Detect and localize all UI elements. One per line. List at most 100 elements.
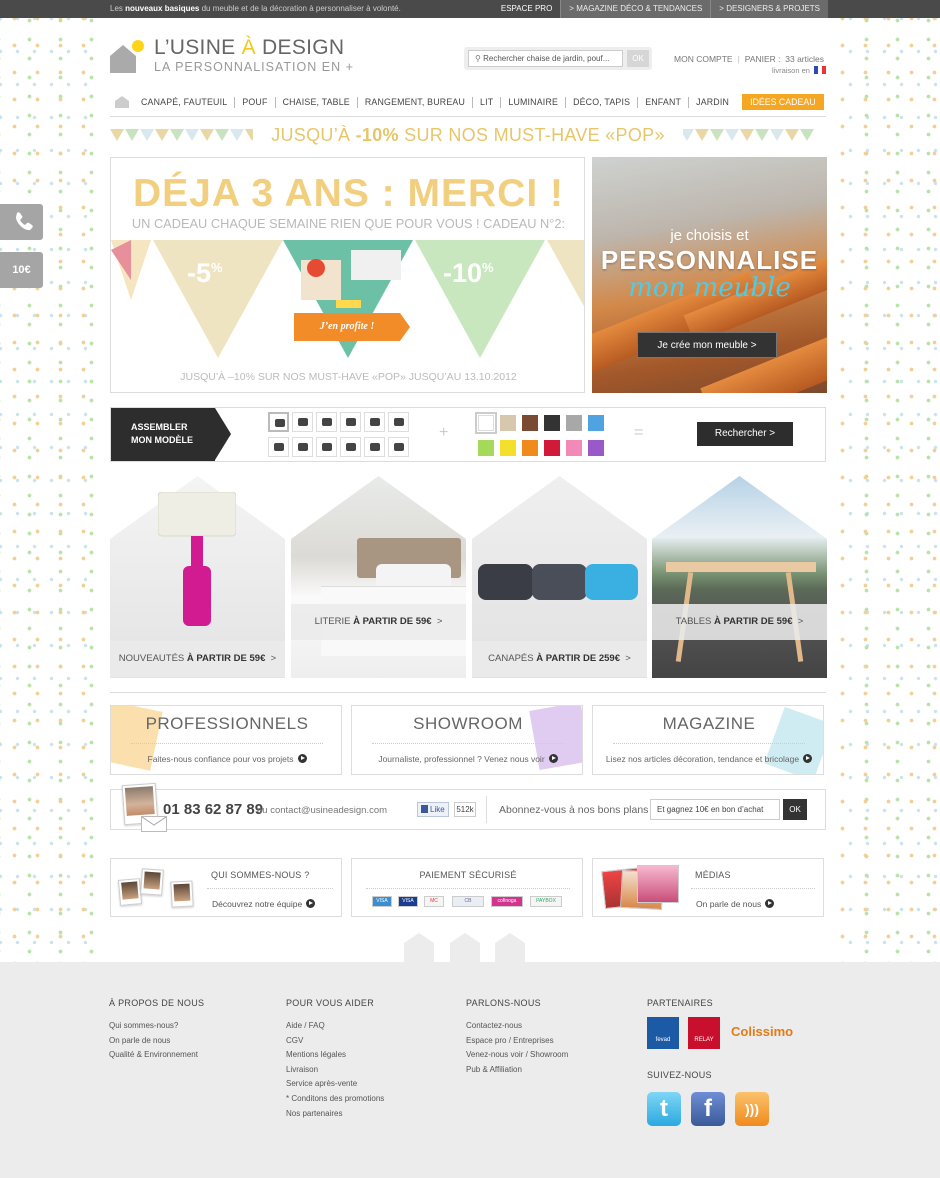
color-swatch[interactable] bbox=[566, 439, 582, 456]
footer-link[interactable]: On parle de nous bbox=[109, 1034, 204, 1049]
footer-link[interactable]: Service après-vente bbox=[286, 1077, 384, 1092]
nav-item-deco[interactable]: DÉCO, TAPIS bbox=[565, 96, 637, 108]
nav-item-jardin[interactable]: JARDIN bbox=[688, 96, 736, 108]
category-price: À PARTIR DE 259€ bbox=[536, 653, 620, 664]
delivery-country[interactable]: livraison en bbox=[772, 66, 826, 75]
chair-icon[interactable] bbox=[388, 412, 409, 432]
contact-email[interactable]: ou contact@usineadesign.com bbox=[257, 805, 387, 816]
promo-banner[interactable]: JUSQU’À -10% SUR NOS MUST-HAVE «POP» bbox=[110, 123, 826, 148]
category-sofas[interactable]: CANAPÉS À PARTIR DE 259€ > bbox=[472, 476, 647, 678]
home-link[interactable] bbox=[110, 92, 134, 112]
footer-link[interactable]: Aide / FAQ bbox=[286, 1019, 384, 1034]
box-title: QUI SOMMES-NOUS ? bbox=[211, 870, 310, 880]
color-swatch[interactable] bbox=[475, 412, 497, 434]
color-swatch[interactable] bbox=[522, 415, 538, 431]
category-bedding[interactable]: LITERIE À PARTIR DE 59€ > bbox=[291, 476, 466, 678]
color-swatch[interactable] bbox=[588, 415, 604, 431]
color-swatch[interactable] bbox=[522, 439, 538, 456]
phone-tab[interactable] bbox=[0, 204, 43, 240]
footer-link[interactable]: Qui sommes-nous? bbox=[109, 1019, 204, 1034]
builder-label: ASSEMBLER MON MODÈLE bbox=[111, 408, 231, 461]
footer-link[interactable]: Qualité & Environnement bbox=[109, 1048, 204, 1063]
color-swatch[interactable] bbox=[544, 439, 560, 456]
color-swatch[interactable] bbox=[588, 439, 604, 456]
floor-lamp-icon[interactable] bbox=[340, 412, 361, 432]
nav-item-gift-ideas[interactable]: IDÉES CADEAU bbox=[742, 94, 824, 110]
fevad-logo[interactable]: fevad bbox=[647, 1017, 679, 1049]
box-desc-text: On parle de nous bbox=[696, 899, 762, 909]
footer-link[interactable]: * Conditons des promotions bbox=[286, 1092, 384, 1107]
search-placeholder: Rechercher chaise de jardin, pouf... bbox=[483, 54, 610, 63]
category-tables[interactable]: TABLES À PARTIR DE 59€ > bbox=[652, 476, 827, 678]
box-title: MÉDIAS bbox=[695, 870, 731, 880]
nav-item-enfant[interactable]: ENFANT bbox=[637, 96, 688, 108]
price-tab[interactable]: 10€ bbox=[0, 252, 43, 288]
card-visa-icon: VISA bbox=[372, 896, 392, 907]
nav-item-lit[interactable]: LIT bbox=[472, 96, 500, 108]
color-swatch[interactable] bbox=[566, 415, 582, 431]
color-swatch[interactable] bbox=[500, 439, 516, 456]
bed-icon[interactable] bbox=[340, 436, 361, 457]
category-new[interactable]: NOUVEAUTÉS À PARTIR DE 59€ > bbox=[110, 476, 285, 678]
basket-icon[interactable] bbox=[388, 436, 409, 457]
logo-dot bbox=[132, 40, 144, 52]
sofa-icon[interactable] bbox=[292, 436, 313, 457]
builder-label-line1: ASSEMBLER bbox=[131, 422, 188, 432]
rss-icon[interactable]: ))) bbox=[735, 1092, 769, 1126]
office-chair-icon[interactable] bbox=[364, 436, 385, 457]
color-swatch[interactable] bbox=[500, 415, 516, 431]
relay-logo[interactable]: RELAY bbox=[688, 1017, 720, 1049]
pouf-icon[interactable] bbox=[316, 436, 337, 457]
nav-item-pouf[interactable]: POUF bbox=[234, 96, 274, 108]
footer-link[interactable]: Nos partenaires bbox=[286, 1107, 384, 1122]
footer-link[interactable]: Venez-nous voir / Showroom bbox=[466, 1048, 568, 1063]
search-button[interactable]: OK bbox=[627, 50, 649, 67]
color-swatch[interactable] bbox=[478, 439, 494, 456]
box-professionals[interactable]: PROFESSIONNELS Faites-nous confiance pou… bbox=[110, 705, 342, 775]
colissimo-logo[interactable]: Colissimo bbox=[731, 1024, 793, 1039]
shelf-icon[interactable] bbox=[316, 412, 337, 432]
nav-item-rangement[interactable]: RANGEMENT, BUREAU bbox=[356, 96, 472, 108]
footer-link[interactable]: Pub & Affiliation bbox=[466, 1063, 568, 1078]
facebook-like-button[interactable]: Like bbox=[417, 802, 449, 817]
facebook-icon[interactable]: f bbox=[691, 1092, 725, 1126]
box-secure-payment[interactable]: PAIEMENT SÉCURISÉ VISA VISA MC CB cofino… bbox=[351, 858, 583, 917]
newsletter-email-field[interactable]: Et gagnez 10€ en bon d’achat bbox=[650, 799, 780, 820]
cart-link[interactable]: PANIER : bbox=[745, 54, 781, 64]
nav-item-chaise[interactable]: CHAISE, TABLE bbox=[274, 96, 357, 108]
box-media[interactable]: MÉDIAS On parle de nous bbox=[592, 858, 824, 917]
box-about-us[interactable]: QUI SOMMES-NOUS ? Découvrez notre équipe bbox=[110, 858, 342, 917]
chevron-right-icon: > bbox=[270, 653, 277, 664]
footer-link[interactable]: CGV bbox=[286, 1034, 384, 1049]
armchair-icon[interactable] bbox=[268, 436, 289, 457]
sofa-module bbox=[478, 564, 533, 600]
my-account-link[interactable]: MON COMPTE bbox=[674, 54, 733, 64]
twitter-icon[interactable]: t bbox=[647, 1092, 681, 1126]
separator bbox=[486, 796, 487, 823]
lamp-icon[interactable] bbox=[292, 412, 313, 432]
link-designers[interactable]: > DESIGNERS & PROJETS bbox=[710, 0, 828, 18]
link-magazine[interactable]: > MAGAZINE DÉCO & TENDANCES bbox=[560, 0, 711, 18]
hero-cta-button[interactable]: J’en profite ! bbox=[294, 313, 410, 341]
link-espace-pro[interactable]: ESPACE PRO bbox=[493, 0, 560, 18]
bookcase-icon[interactable] bbox=[364, 412, 385, 432]
box-magazine[interactable]: MAGAZINE Lisez nos articles décoration, … bbox=[592, 705, 824, 775]
search-input[interactable]: ⚲ Rechercher chaise de jardin, pouf... bbox=[468, 50, 623, 67]
footer-link[interactable]: Mentions légales bbox=[286, 1048, 384, 1063]
category-price: À PARTIR DE 59€ bbox=[714, 616, 793, 627]
nav-item-luminaire[interactable]: LUMINAIRE bbox=[500, 96, 565, 108]
color-swatch[interactable] bbox=[544, 415, 560, 431]
newsletter-submit-button[interactable]: OK bbox=[783, 799, 807, 820]
builder-search-button[interactable]: Rechercher > bbox=[697, 422, 793, 446]
footer-link[interactable]: Espace pro / Entreprises bbox=[466, 1034, 568, 1049]
box-showroom[interactable]: SHOWROOM Journaliste, professionnel ? Ve… bbox=[351, 705, 583, 775]
footer-link[interactable]: Livraison bbox=[286, 1063, 384, 1078]
nav-item-canape[interactable]: CANAPÉ, FAUTEUIL bbox=[134, 97, 234, 108]
create-furniture-button[interactable]: Je crée mon meuble > bbox=[637, 332, 777, 358]
personalise-banner[interactable]: je choisis et PERSONNALISE mon meuble Je… bbox=[592, 157, 827, 393]
table-icon[interactable] bbox=[268, 412, 289, 432]
footer-link[interactable]: Contactez-nous bbox=[466, 1019, 568, 1034]
hero-banner[interactable]: DÉJA 3 ANS : MERCI ! UN CADEAU CHAQUE SE… bbox=[110, 157, 585, 393]
logo[interactable]: L’USINE À DESIGN LA PERSONNALISATION EN … bbox=[110, 36, 380, 78]
box-desc-text: Faites-nous confiance pour vos projets bbox=[147, 754, 294, 764]
